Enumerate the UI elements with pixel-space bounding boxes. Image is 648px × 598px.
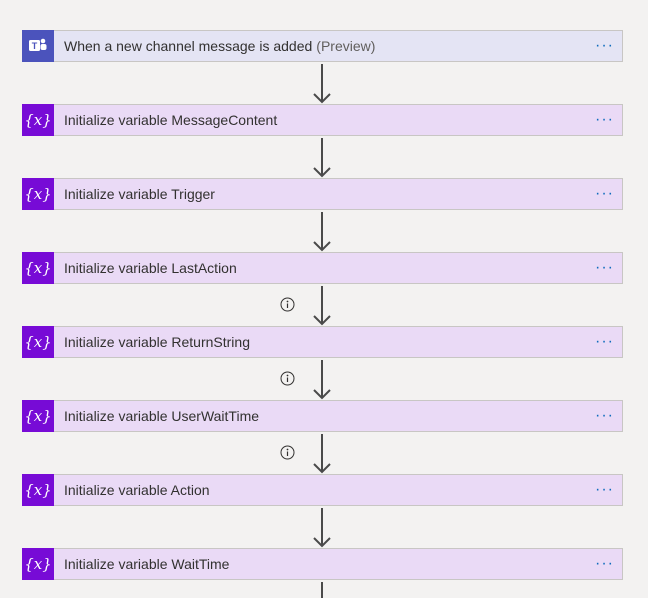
step-title: Initialize variable Trigger	[64, 186, 215, 202]
step-card-action[interactable]: {x} Initialize variable Action ···	[22, 474, 623, 506]
variable-icon: {x}	[22, 326, 54, 358]
connector-arrow	[312, 434, 332, 474]
variable-icon-glyph: {x}	[24, 407, 52, 425]
more-options-button[interactable]: ···	[595, 186, 614, 202]
more-options-button[interactable]: ···	[595, 334, 614, 350]
trigger-title-text: When a new channel message is added	[64, 38, 313, 54]
step-title: Initialize variable MessageContent	[64, 112, 278, 128]
step-title: Initialize variable Action	[64, 482, 210, 498]
variable-icon: {x}	[22, 104, 54, 136]
preview-label: (Preview)	[316, 38, 376, 54]
more-options-button[interactable]: ···	[595, 260, 614, 276]
info-icon[interactable]	[280, 445, 295, 460]
more-options-button[interactable]: ···	[595, 112, 614, 128]
variable-icon: {x}	[22, 400, 54, 432]
variable-icon-glyph: {x}	[24, 111, 52, 129]
teams-icon: T	[22, 30, 54, 62]
info-icon[interactable]	[280, 297, 295, 312]
variable-icon-glyph: {x}	[24, 555, 52, 573]
trigger-step-card[interactable]: T When a new channel message is added (Pr…	[22, 30, 623, 62]
more-options-button[interactable]: ···	[595, 408, 614, 424]
connector-arrow	[312, 360, 332, 400]
connector-arrow	[312, 286, 332, 326]
variable-icon: {x}	[22, 252, 54, 284]
step-card-trigger[interactable]: {x} Initialize variable Trigger ···	[22, 178, 623, 210]
step-card-userwaittime[interactable]: {x} Initialize variable UserWaitTime ···	[22, 400, 623, 432]
step-card-waittime[interactable]: {x} Initialize variable WaitTime ···	[22, 548, 623, 580]
variable-icon: {x}	[22, 178, 54, 210]
more-options-button[interactable]: ···	[595, 556, 614, 572]
step-card-lastaction[interactable]: {x} Initialize variable LastAction ···	[22, 252, 623, 284]
variable-icon: {x}	[22, 474, 54, 506]
step-card-messagecontent[interactable]: {x} Initialize variable MessageContent ·…	[22, 104, 623, 136]
step-card-returnstring[interactable]: {x} Initialize variable ReturnString ···	[22, 326, 623, 358]
variable-icon-glyph: {x}	[24, 481, 52, 499]
step-title: Initialize variable ReturnString	[64, 334, 250, 350]
variable-icon-glyph: {x}	[24, 333, 52, 351]
trigger-step-title: When a new channel message is added (Prev…	[64, 38, 375, 54]
variable-icon: {x}	[22, 548, 54, 580]
variable-icon-glyph: {x}	[24, 259, 52, 277]
more-options-button[interactable]: ···	[595, 38, 614, 54]
connector-tail	[321, 582, 323, 598]
more-options-button[interactable]: ···	[595, 482, 614, 498]
variable-icon-glyph: {x}	[24, 185, 52, 203]
connector-arrow	[312, 212, 332, 252]
connector-arrow	[312, 508, 332, 548]
step-title: Initialize variable LastAction	[64, 260, 237, 276]
connector-arrow	[312, 64, 332, 104]
connector-arrow	[312, 138, 332, 178]
info-icon[interactable]	[280, 371, 295, 386]
step-title: Initialize variable UserWaitTime	[64, 408, 260, 424]
svg-text:T: T	[32, 41, 38, 51]
step-title: Initialize variable WaitTime	[64, 556, 230, 572]
